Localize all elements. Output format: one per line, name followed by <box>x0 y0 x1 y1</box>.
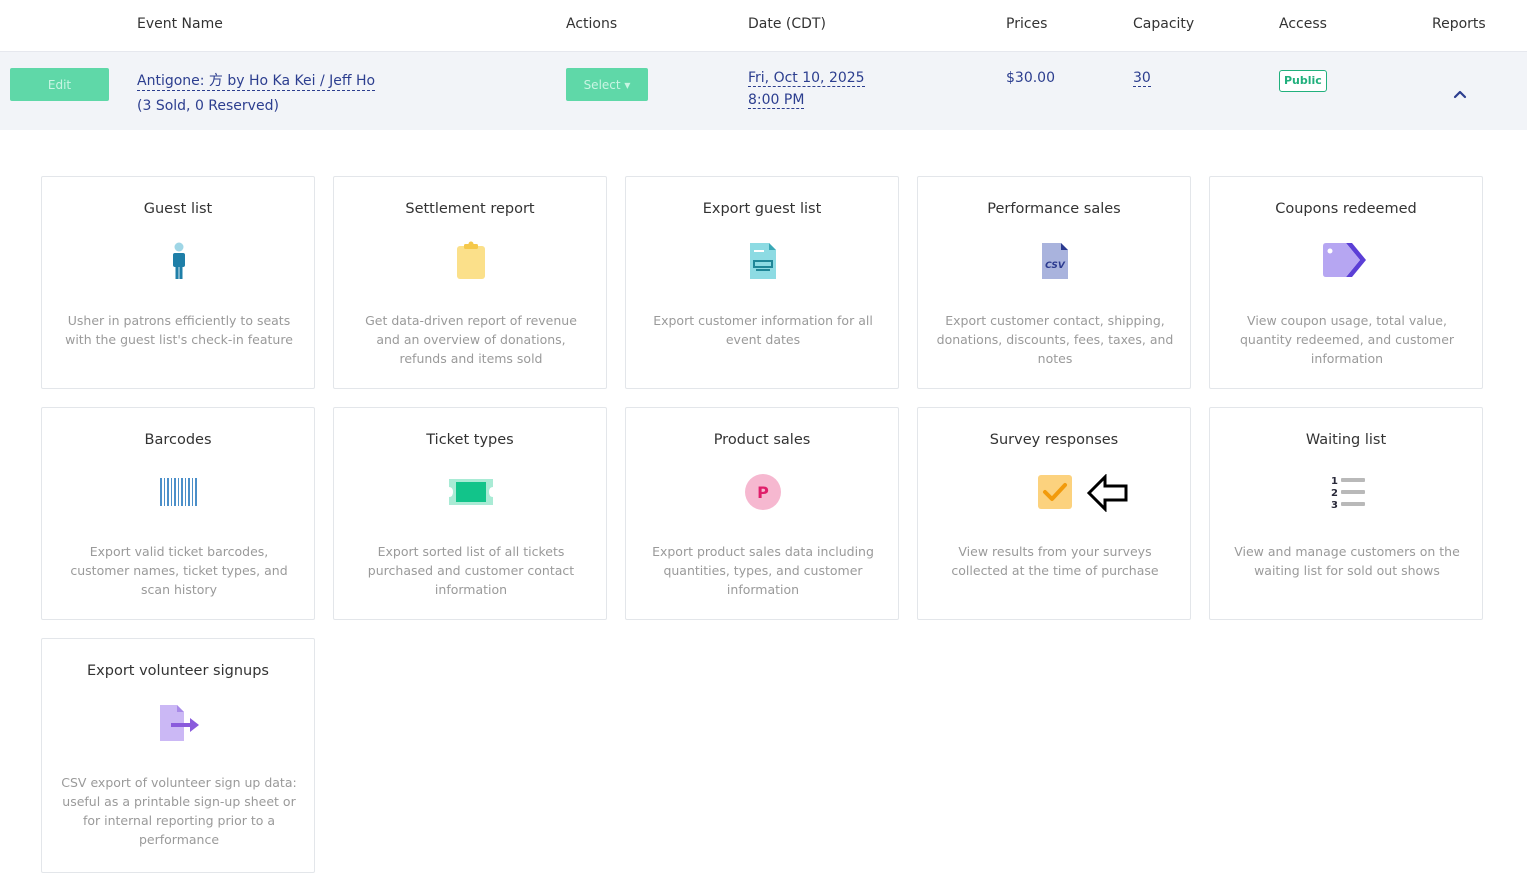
card-title: Survey responses <box>989 432 1119 448</box>
card-description: Get data-driven report of revenue and an… <box>365 313 577 366</box>
card-title: Performance sales <box>987 201 1121 217</box>
table-header: Event Name Actions Date (CDT) Prices Cap… <box>0 0 1527 52</box>
card-description: View and manage customers on the waiting… <box>1234 544 1460 578</box>
select-actions-button[interactable]: Select ▾ <box>566 68 648 101</box>
card-description: Export product sales data including quan… <box>652 544 874 597</box>
ticket-icon <box>449 479 493 505</box>
report-card-product-sales[interactable]: Product sales P Export product sales dat… <box>625 407 899 620</box>
edit-button[interactable]: Edit <box>10 68 109 101</box>
barcode-icon <box>160 478 197 506</box>
card-description: CSV export of volunteer sign up data: us… <box>61 775 297 847</box>
coupon-tag-icon <box>1323 243 1366 277</box>
event-time-link[interactable]: 8:00 PM <box>748 92 805 109</box>
card-title: Coupons redeemed <box>1275 201 1417 217</box>
header-prices: Prices <box>1006 16 1048 32</box>
report-card-waiting-list[interactable]: Waiting list 1 2 3 View and manage custo… <box>1209 407 1483 620</box>
person-icon <box>173 242 185 279</box>
event-date-link[interactable]: Fri, Oct 10, 2025 <box>748 70 865 87</box>
header-date: Date (CDT) <box>748 16 826 32</box>
card-description: Export valid ticket barcodes, customer n… <box>70 544 288 597</box>
card-title: Ticket types <box>426 432 514 448</box>
chevron-up-icon[interactable] <box>1448 84 1472 104</box>
card-description: Export sorted list of all tickets purcha… <box>367 544 575 597</box>
card-description: View results from your surveys collected… <box>951 544 1159 578</box>
card-title: Settlement report <box>405 201 535 217</box>
card-description: View coupon usage, total value, quantity… <box>1239 313 1455 366</box>
clipboard-icon <box>457 241 485 279</box>
card-title: Guest list <box>143 201 213 217</box>
svg-text:1: 1 <box>1331 476 1338 487</box>
product-p-icon: P <box>745 474 781 510</box>
header-actions: Actions <box>566 16 618 32</box>
card-title: Product sales <box>713 432 811 448</box>
card-description: Export customer information for all even… <box>653 313 873 347</box>
report-card-barcodes[interactable]: Barcodes Export valid ticket barcodes, c… <box>41 407 315 620</box>
card-title: Export guest list <box>702 201 822 217</box>
card-description: Export customer contact, shipping, donat… <box>936 313 1174 366</box>
csv-file-icon: CSV <box>1042 243 1068 279</box>
numbered-list-icon: 1 2 3 <box>1331 476 1365 511</box>
header-capacity: Capacity <box>1133 16 1195 32</box>
header-access: Access <box>1279 16 1327 32</box>
card-description: Usher in patrons efficiently to seats wi… <box>65 313 293 347</box>
capacity-link[interactable]: 30 <box>1133 70 1151 87</box>
report-card-survey-responses[interactable]: Survey responses View results from your … <box>917 407 1191 620</box>
arrow-left-icon <box>1086 474 1128 512</box>
report-card-coupons-redeemed[interactable]: Coupons redeemed View coupon usage, tota… <box>1209 176 1483 389</box>
svg-text:CSV: CSV <box>1045 261 1066 271</box>
svg-text:P: P <box>757 483 769 502</box>
document-export-icon <box>750 243 776 279</box>
report-card-export-guest-list[interactable]: Export guest list Export customer inform… <box>625 176 899 389</box>
report-card-settlement-report[interactable]: Settlement report Get data-driven report… <box>333 176 607 389</box>
event-name-link[interactable]: Antigone: 方 by Ho Ka Kei / Jeff Ho <box>137 70 376 91</box>
file-arrow-icon <box>160 705 199 741</box>
card-title: Barcodes <box>144 432 212 448</box>
header-event-name: Event Name <box>137 16 223 32</box>
card-title: Waiting list <box>1305 432 1387 448</box>
event-price: $30.00 <box>1006 70 1055 86</box>
report-card-export-volunteer-signups[interactable]: Export volunteer signups CSV export of v… <box>41 638 315 873</box>
checkbox-icon <box>1038 475 1072 509</box>
header-reports: Reports <box>1432 16 1486 32</box>
report-card-performance-sales[interactable]: Performance sales CSV Export customer co… <box>917 176 1191 389</box>
access-public-badge: Public <box>1279 70 1327 92</box>
svg-text:3: 3 <box>1331 500 1338 511</box>
event-row: Edit Antigone: 方 by Ho Ka Kei / Jeff Ho … <box>0 52 1527 130</box>
report-card-guest-list[interactable]: Guest list Usher in patrons efficiently … <box>41 176 315 389</box>
sold-reserved-count: (3 Sold, 0 Reserved) <box>137 98 279 114</box>
report-card-ticket-types[interactable]: Ticket types Export sorted list of all t… <box>333 407 607 620</box>
svg-text:2: 2 <box>1331 488 1338 499</box>
card-title: Export volunteer signups <box>87 663 269 679</box>
